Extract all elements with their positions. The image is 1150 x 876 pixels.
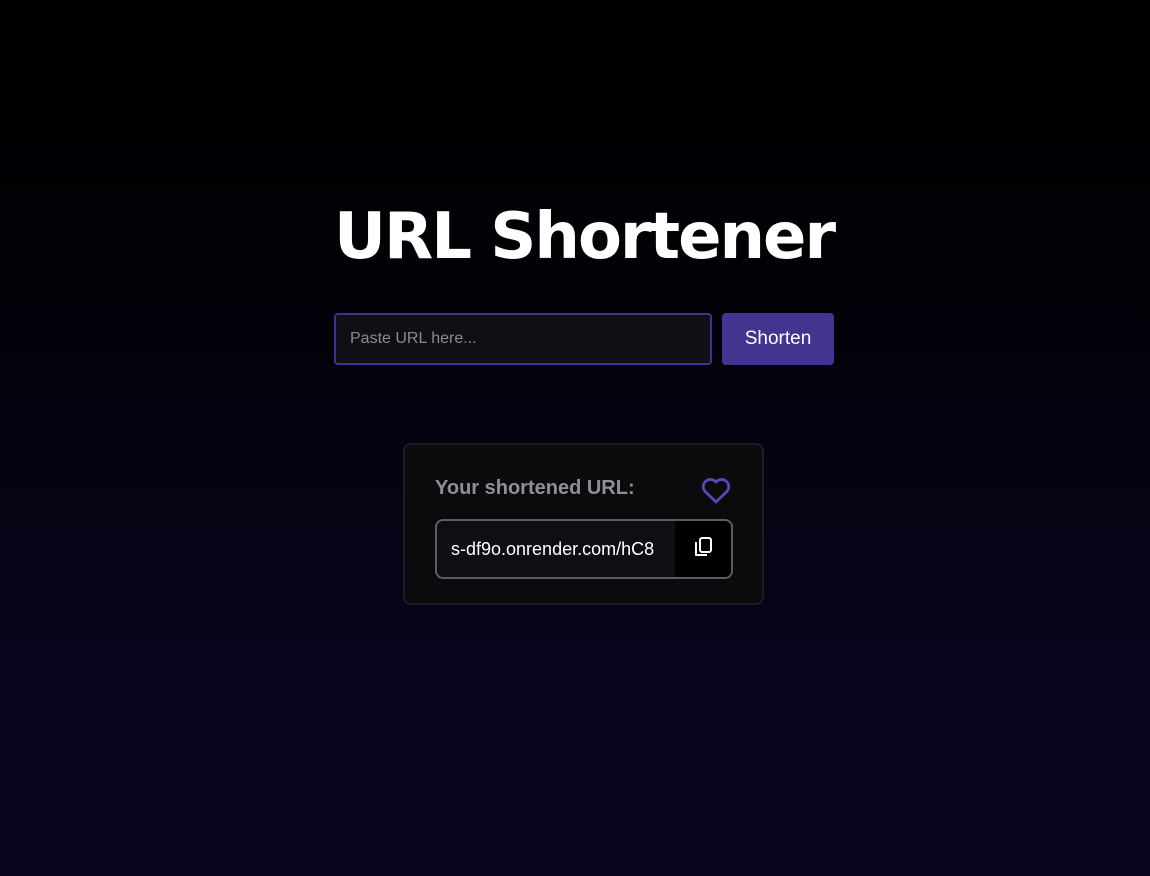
page-title: URL Shortener [333, 200, 836, 274]
url-input[interactable] [334, 313, 712, 365]
copy-icon [691, 535, 715, 564]
shorten-button[interactable]: Shorten [722, 313, 834, 365]
short-url-field: s-df9o.onrender.com/hC8 [435, 519, 733, 579]
shorten-form: Shorten [334, 313, 834, 365]
result-label: Your shortened URL: [435, 477, 635, 499]
heart-icon[interactable] [699, 473, 733, 507]
copy-button[interactable] [675, 521, 731, 577]
short-url-text[interactable]: s-df9o.onrender.com/hC8 [451, 521, 673, 577]
result-card: Your shortened URL: s-df9o.onrender.com/… [403, 443, 764, 605]
